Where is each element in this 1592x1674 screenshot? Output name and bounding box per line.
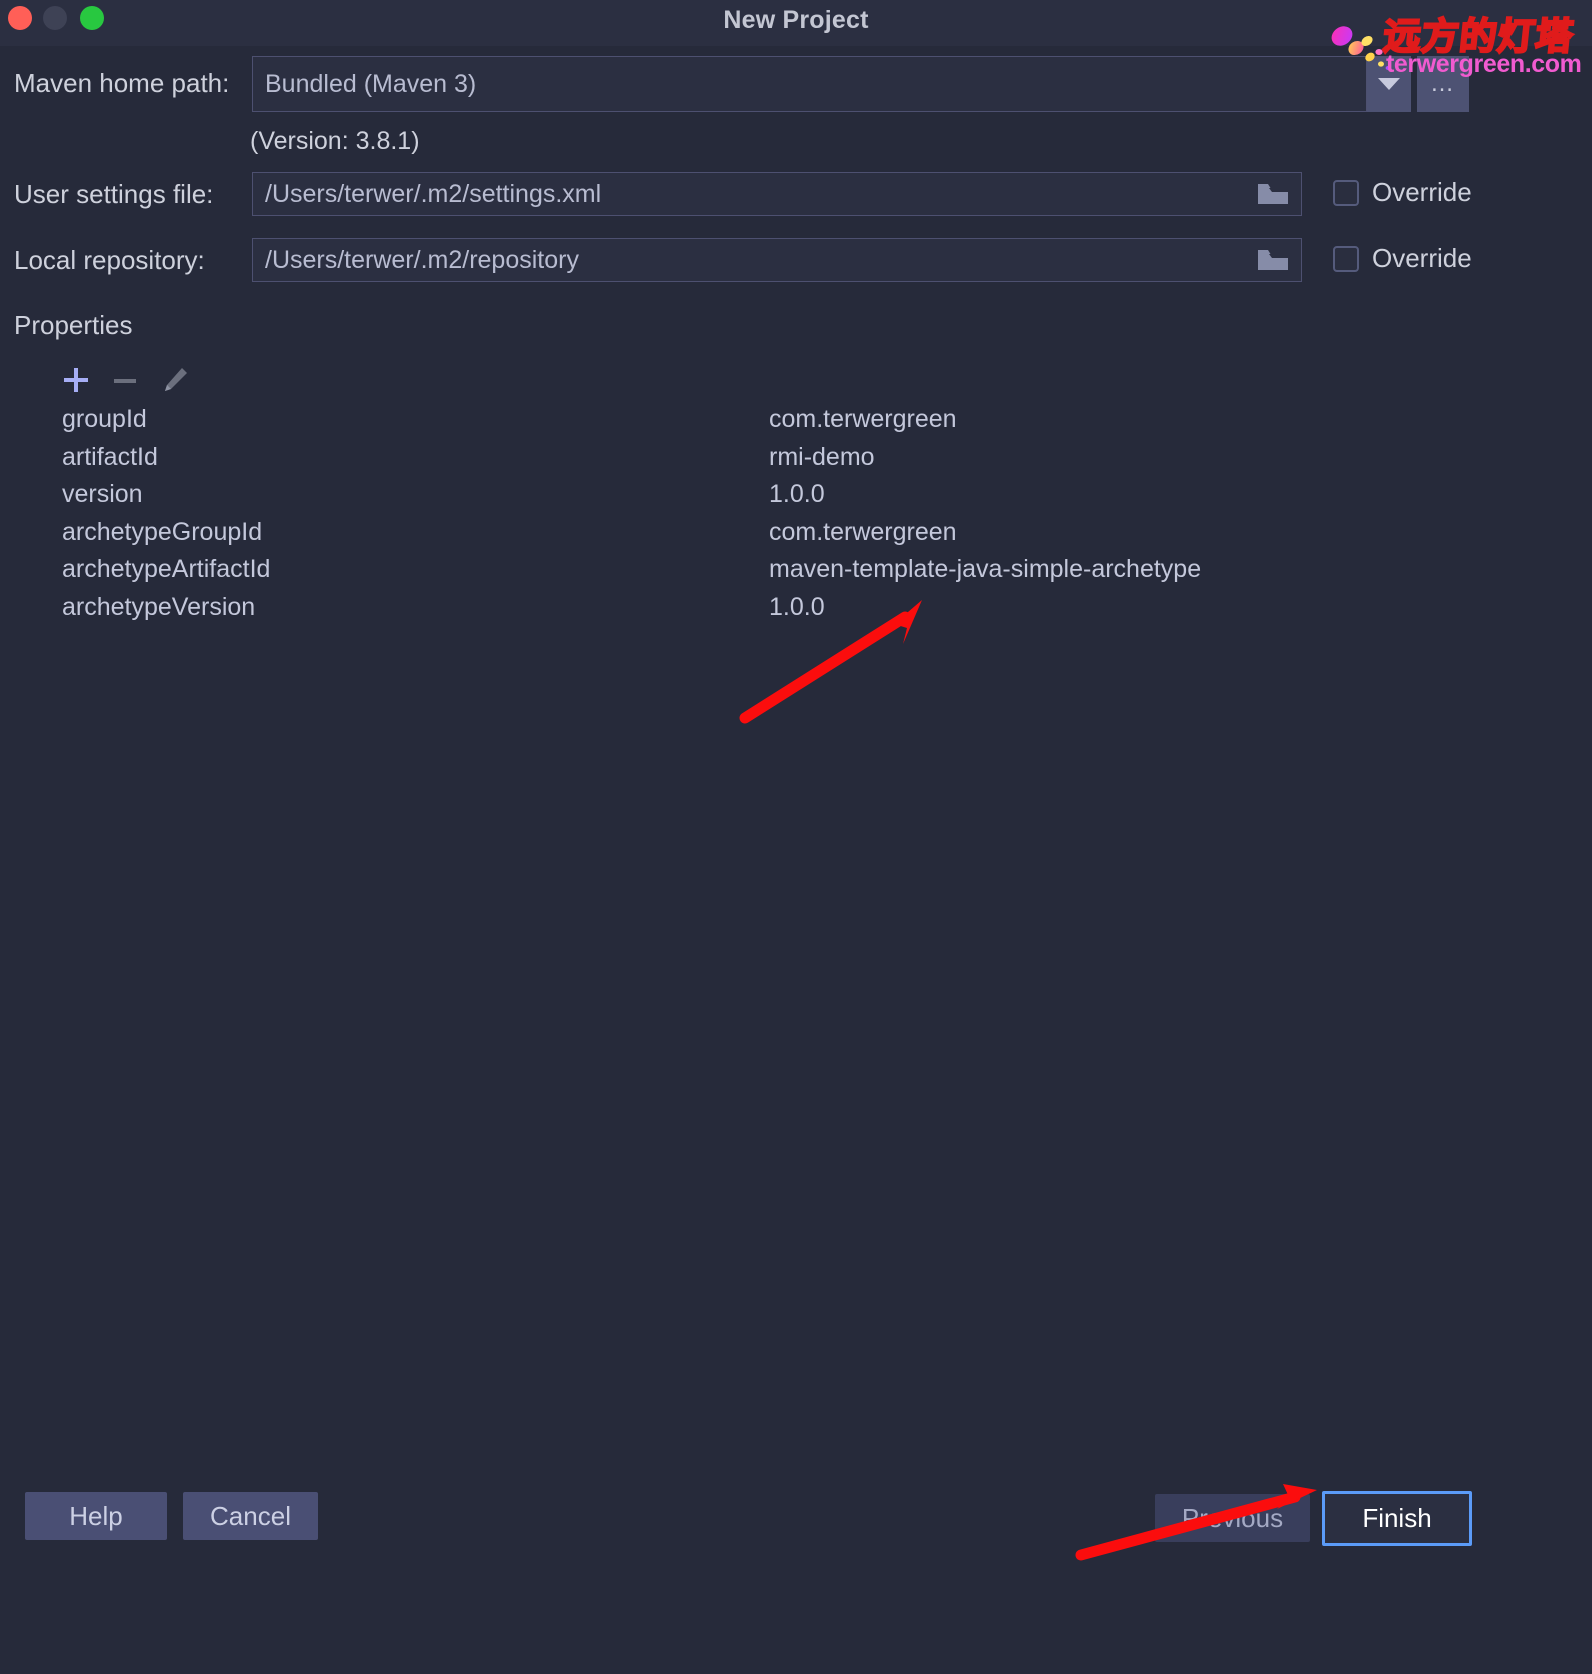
watermark-site-text: terwergreen.com <box>1386 50 1582 78</box>
pencil-icon <box>165 368 187 391</box>
chevron-down-icon <box>1378 78 1400 90</box>
plus-icon <box>64 368 88 392</box>
edit-property-button <box>157 362 193 398</box>
window-title: New Project <box>723 6 869 34</box>
properties-section-title: Properties <box>14 310 133 340</box>
folder-browse-icon[interactable] <box>1257 181 1291 207</box>
table-row[interactable]: archetypeVersion 1.0.0 <box>0 593 1592 631</box>
cancel-button[interactable]: Cancel <box>183 1492 318 1540</box>
table-row[interactable]: archetypeGroupId com.terwergreen <box>0 518 1592 556</box>
local-repository-value: /Users/terwer/.m2/repository <box>265 245 579 274</box>
property-value: 1.0.0 <box>769 480 825 508</box>
maven-home-dropdown-button[interactable] <box>1367 56 1411 112</box>
title-bar: New Project <box>0 0 1592 46</box>
property-value: maven-template-java-simple-archetype <box>769 555 1202 583</box>
remove-property-button <box>107 362 143 398</box>
property-value: com.terwergreen <box>769 517 957 546</box>
previous-button[interactable]: Previous <box>1155 1494 1310 1542</box>
maven-home-path-label: Maven home path: <box>14 68 230 98</box>
user-settings-file-input[interactable]: /Users/terwer/.m2/settings.xml <box>252 172 1302 216</box>
folder-browse-icon[interactable] <box>1257 247 1291 273</box>
table-row[interactable]: version 1.0.0 <box>0 480 1592 518</box>
finish-button[interactable]: Finish <box>1322 1491 1472 1546</box>
user-settings-override-label: Override <box>1372 177 1472 207</box>
table-row[interactable]: archetypeArtifactId maven-template-java-s… <box>0 555 1592 593</box>
properties-table[interactable]: groupId com.terwergreen artifactId rmi-demo… <box>0 405 1592 630</box>
property-key: artifactId <box>62 442 158 471</box>
table-row[interactable]: groupId com.terwergreen <box>0 405 1592 443</box>
property-value: com.terwergreen <box>769 405 957 433</box>
property-key: archetypeVersion <box>62 592 256 621</box>
property-value: 1.0.0 <box>769 592 825 621</box>
user-settings-file-label: User settings file: <box>14 179 214 209</box>
user-settings-override-checkbox[interactable] <box>1333 180 1359 206</box>
help-button[interactable]: Help <box>25 1492 167 1540</box>
minus-icon <box>114 379 136 383</box>
property-key: version <box>62 480 143 508</box>
local-repository-override-label: Override <box>1372 243 1472 273</box>
maven-home-browse-button[interactable]: … <box>1417 56 1469 112</box>
table-row[interactable]: artifactId rmi-demo <box>0 443 1592 481</box>
add-property-button[interactable] <box>58 362 94 398</box>
property-key: groupId <box>62 405 147 433</box>
property-key: archetypeGroupId <box>62 517 263 546</box>
maven-version-note: (Version: 3.8.1) <box>250 127 420 155</box>
maven-home-path-value: Bundled (Maven 3) <box>265 69 477 98</box>
property-key: archetypeArtifactId <box>62 555 271 583</box>
local-repository-label: Local repository: <box>14 245 205 275</box>
property-value: rmi-demo <box>769 442 875 471</box>
maven-home-path-input[interactable]: Bundled (Maven 3) <box>252 56 1367 112</box>
local-repository-input[interactable]: /Users/terwer/.m2/repository <box>252 238 1302 282</box>
local-repository-override-checkbox[interactable] <box>1333 246 1359 272</box>
user-settings-file-value: /Users/terwer/.m2/settings.xml <box>265 179 602 208</box>
